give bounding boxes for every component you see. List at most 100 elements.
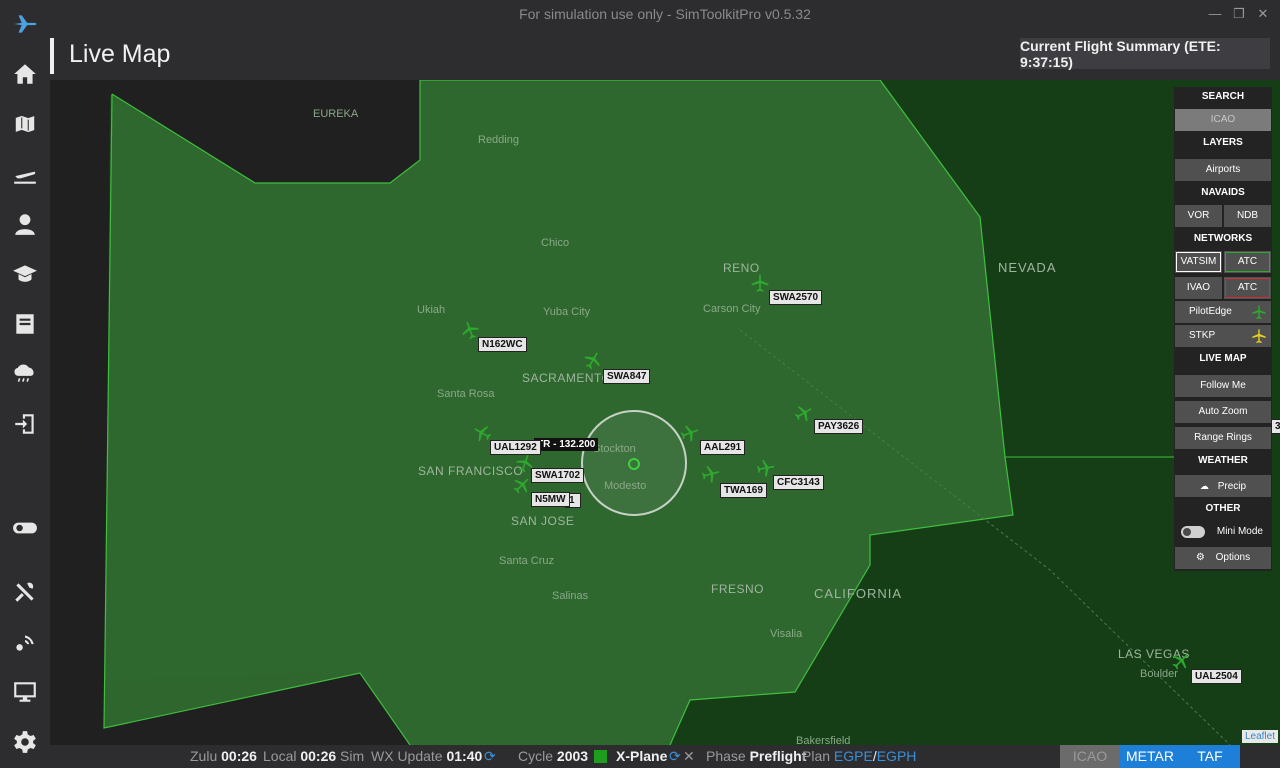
vatsim-atc-button[interactable]: ATC [1224,251,1271,273]
vatsim-button[interactable]: VATSIM [1175,251,1222,273]
section-header-search: SEARCH [1201,91,1245,102]
live-map[interactable]: NEVADA CALIFORNIA EUREKA Redding Chico R… [50,80,1280,745]
city-bakersfield: Bakersfield [796,735,851,745]
city-san-francisco: SAN FRANCISCO [418,464,524,478]
app-logo-icon[interactable] [10,9,40,39]
city-sacramento: SACRAMENTO [522,371,612,385]
aircraft-icon[interactable] [750,273,770,293]
callsign-label[interactable]: N5MW [531,492,570,507]
city-yuba-city: Yuba City [543,306,591,318]
map-icon[interactable] [10,109,40,139]
leaflet-attribution-link[interactable]: Leaflet [1241,730,1278,743]
page-header: Live Map Current Flight Summary (ETE: 9:… [50,30,1280,80]
monitor-icon[interactable] [10,677,40,707]
city-chico: Chico [541,237,570,249]
aircraft-icon[interactable] [680,423,700,443]
section-header-weather: WEATHER [1198,455,1248,466]
atc-frequency-label[interactable]: TR - 132.200 [534,438,599,451]
stkp-label: STKP [1189,330,1216,341]
auto-zoom-button[interactable]: Auto Zoom [1175,401,1271,423]
section-header-other: OTHER [1205,503,1241,514]
pilotedge-label: PilotEdge [1189,306,1232,317]
city-santa-rosa: Santa Rosa [437,388,495,400]
metar-button[interactable]: METAR [1120,745,1180,768]
sim-connected-indicator [594,750,607,763]
minimize-button[interactable]: — [1207,6,1223,22]
city-san-jose: SAN JOSE [511,514,575,528]
taf-button[interactable]: TAF [1180,745,1240,768]
aircraft-icon[interactable] [701,464,721,484]
import-icon[interactable] [10,409,40,439]
aircraft-icon[interactable] [1171,651,1191,671]
section-header-navaids: NAVAIDS [1201,187,1245,198]
precip-button[interactable]: ☁ Precip [1175,475,1271,497]
title-accent-bar [50,38,54,74]
icao-search-input[interactable]: ICAO [1175,109,1271,131]
city-eureka: EUREKA [313,108,359,120]
city-fresno: FRESNO [711,582,765,596]
zulu-time: Zulu 00:26 [190,748,257,764]
map-base [50,80,1280,745]
icao-status-button[interactable]: ICAO [1060,745,1120,768]
ndb-button[interactable]: NDB [1224,205,1271,227]
sync-icon[interactable]: ⟳ [669,748,681,765]
restore-button[interactable]: ❐ [1231,6,1247,22]
follow-me-button[interactable]: Follow Me [1175,375,1271,397]
callsign-label[interactable]: CFC3143 [773,475,824,490]
nav-cycle: Cycle 2003 [518,748,589,764]
ivao-button[interactable]: IVAO [1175,277,1222,299]
stkp-plane-icon [1252,329,1266,343]
page-title: Live Map [69,40,171,68]
window-title: For simulation use only - SimToolkitPro … [519,6,811,22]
training-icon[interactable] [10,259,40,289]
city-modesto: Modesto [604,480,647,492]
callsign-label[interactable]: SWA2570 [769,290,823,305]
range-rings-button[interactable]: Range Rings [1175,427,1271,449]
city-salinas: Salinas [552,590,589,602]
aircraft-icon[interactable] [794,403,814,423]
aircraft-icon[interactable] [460,320,480,340]
callsign-label[interactable]: AAL291 [700,440,746,455]
airports-layer-button[interactable]: Airports [1175,159,1271,181]
stkp-button[interactable]: STKP [1175,325,1271,347]
callsign-label[interactable]: UAL1292 [490,440,541,455]
mini-mode-row[interactable]: Mini Mode [1175,521,1271,543]
aircraft-icon[interactable] [512,475,532,495]
callsign-label[interactable]: UAL2504 [1191,669,1242,684]
connection-icon[interactable] [10,627,40,657]
callsign-label[interactable]: N162WC [478,337,527,352]
callsign-label[interactable]: 3 [1271,419,1280,434]
section-header-layers: LAYERS [1203,137,1243,148]
profile-icon[interactable] [10,209,40,239]
status-bar: Zulu 00:26 Local 00:26 Sim WX Update 01:… [50,745,1280,768]
close-button[interactable]: ✕ [1255,6,1271,22]
weather-icon[interactable] [10,359,40,389]
sidebar [0,0,50,768]
tools-icon[interactable] [10,577,40,607]
flights-icon[interactable] [10,159,40,189]
ivao-atc-button[interactable]: ATC [1224,277,1271,299]
refresh-icon[interactable]: ⟳ [484,748,496,765]
options-button[interactable]: ⚙ Options [1175,547,1271,569]
aircraft-icon[interactable] [472,423,492,443]
logbook-icon[interactable] [10,309,40,339]
aircraft-icon[interactable] [583,350,603,370]
home-icon[interactable] [10,59,40,89]
callsign-label[interactable]: SWA1702 [531,468,585,483]
toggle-icon[interactable] [10,513,40,543]
flight-plan: Plan EGPE/EGPH [802,748,917,764]
city-stockton: Stockton [593,443,636,455]
callsign-label[interactable]: TWA169 [720,483,767,498]
callsign-label[interactable]: SWA847 [603,369,651,384]
precip-label: Precip [1217,481,1247,492]
callsign-label[interactable]: PAY3626 [814,419,864,434]
map-control-panel: SEARCH ICAO LAYERS Airports NAVAIDS VOR … [1174,87,1272,571]
vor-button[interactable]: VOR [1175,205,1222,227]
disconnect-icon[interactable]: ✕ [683,748,695,765]
flight-phase: Phase Preflight [706,748,807,764]
pilotedge-button[interactable]: PilotEdge [1175,301,1271,323]
settings-icon[interactable] [10,727,40,757]
mini-mode-toggle[interactable] [1181,526,1205,538]
flight-summary-button[interactable]: Current Flight Summary (ETE: 9:37:15) [1020,38,1270,70]
gear-icon: ⚙ [1195,552,1205,563]
